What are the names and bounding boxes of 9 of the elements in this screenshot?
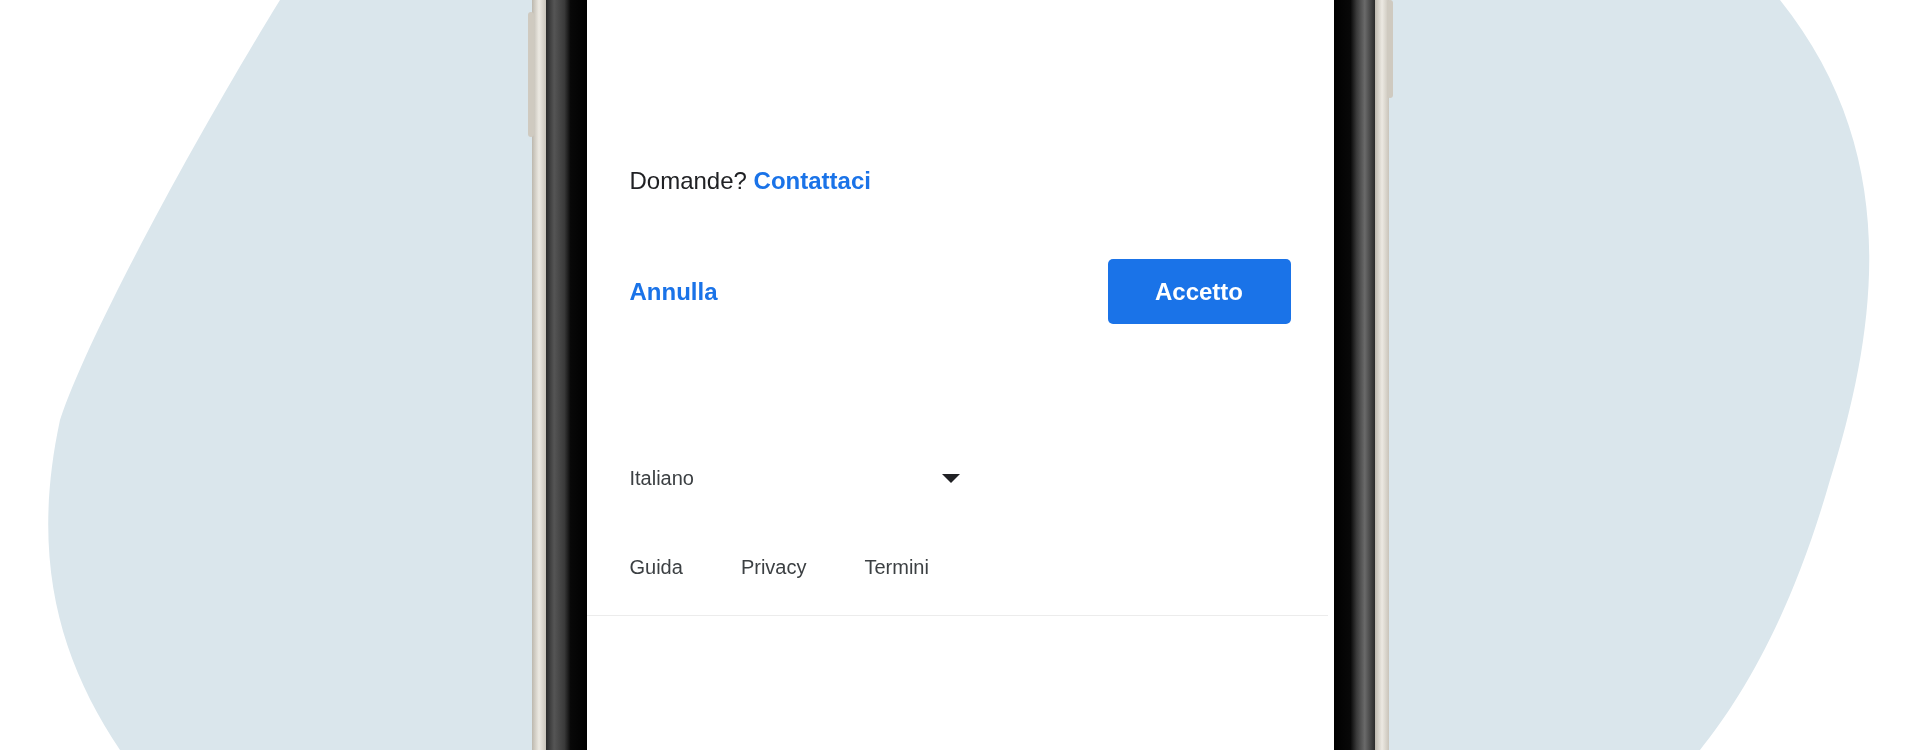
footer-link[interactable]: Privacy	[740, 556, 807, 579]
contact-link[interactable]: Contattaci	[753, 167, 871, 194]
contact-text: Domande? Contattaci	[629, 166, 872, 196]
cancel-button[interactable]: Annulla	[629, 277, 718, 306]
footer-link[interactable]: Guida	[629, 556, 683, 579]
footer-link[interactable]: Termini	[864, 556, 929, 579]
accept-button[interactable]: Accetto	[1107, 259, 1291, 324]
caret-icon	[941, 474, 960, 483]
language-dropdown[interactable]: Italiano	[629, 467, 960, 490]
